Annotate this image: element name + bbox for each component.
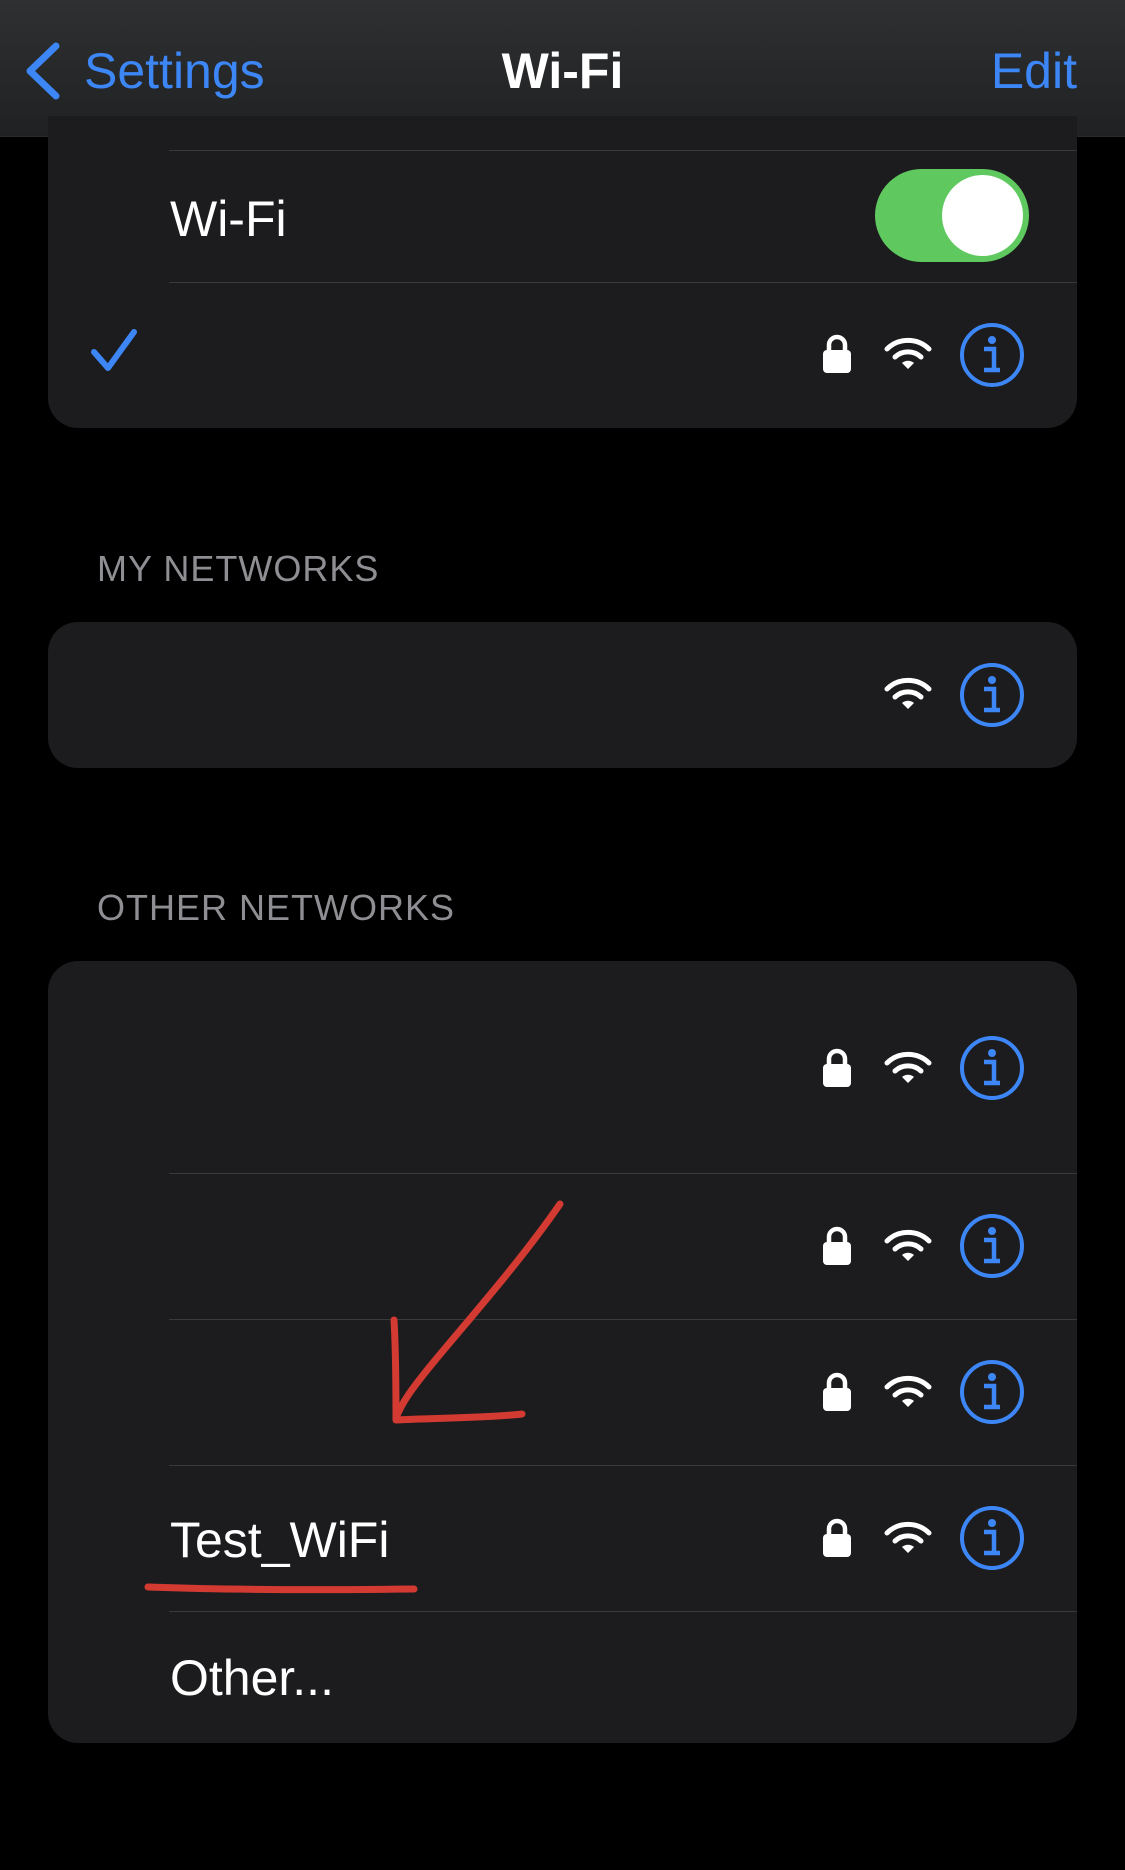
my-networks-card [48,622,1077,768]
network-name-redacted [218,1061,518,1071]
wifi-card: Wi-Fi [48,116,1077,428]
network-name: Test_WiFi [170,1512,390,1568]
lock-icon [822,334,852,374]
network-name-redacted [218,1239,518,1249]
edit-button[interactable]: Edit [991,36,1077,106]
network-row[interactable] [48,1173,1077,1319]
checkmark-icon [91,329,137,371]
lock-icon [822,1518,852,1558]
wifi-icon [884,1050,932,1086]
wifi-toggle-switch[interactable] [875,169,1029,262]
network-name-redacted [218,348,518,358]
wifi-icon [884,676,932,712]
wifi-icon [884,336,932,372]
wifi-toggle-row: Wi-Fi [48,150,1077,280]
wifi-toggle-label: Wi-Fi [170,191,287,247]
lock-icon [822,1048,852,1088]
toggle-knob [942,175,1023,256]
network-row[interactable] [48,961,1077,1173]
other-network-row[interactable]: Other... [48,1611,1077,1743]
wifi-icon [884,1520,932,1556]
network-name-redacted [218,688,518,698]
wifi-icon [884,1228,932,1264]
page-title: Wi-Fi [501,43,624,99]
network-row[interactable] [48,1319,1077,1465]
info-icon[interactable] [959,1359,1025,1425]
other-networks-card: Test_WiFi Other... [48,961,1077,1743]
info-icon[interactable] [959,1035,1025,1101]
network-row-test-wifi[interactable]: Test_WiFi [48,1465,1077,1611]
section-header-my-networks: MY NETWORKS [97,548,380,589]
lock-icon [822,1226,852,1266]
wifi-icon [884,1374,932,1410]
network-name-redacted [218,1385,518,1395]
info-icon[interactable] [959,1505,1025,1571]
network-row[interactable] [48,622,1077,768]
lock-icon [822,1372,852,1412]
info-icon[interactable] [959,322,1025,388]
section-header-other-networks: OTHER NETWORKS [97,887,456,928]
other-network-label: Other... [170,1650,334,1706]
info-icon[interactable] [959,1213,1025,1279]
connected-network-row[interactable] [48,282,1077,428]
info-icon[interactable] [959,662,1025,728]
